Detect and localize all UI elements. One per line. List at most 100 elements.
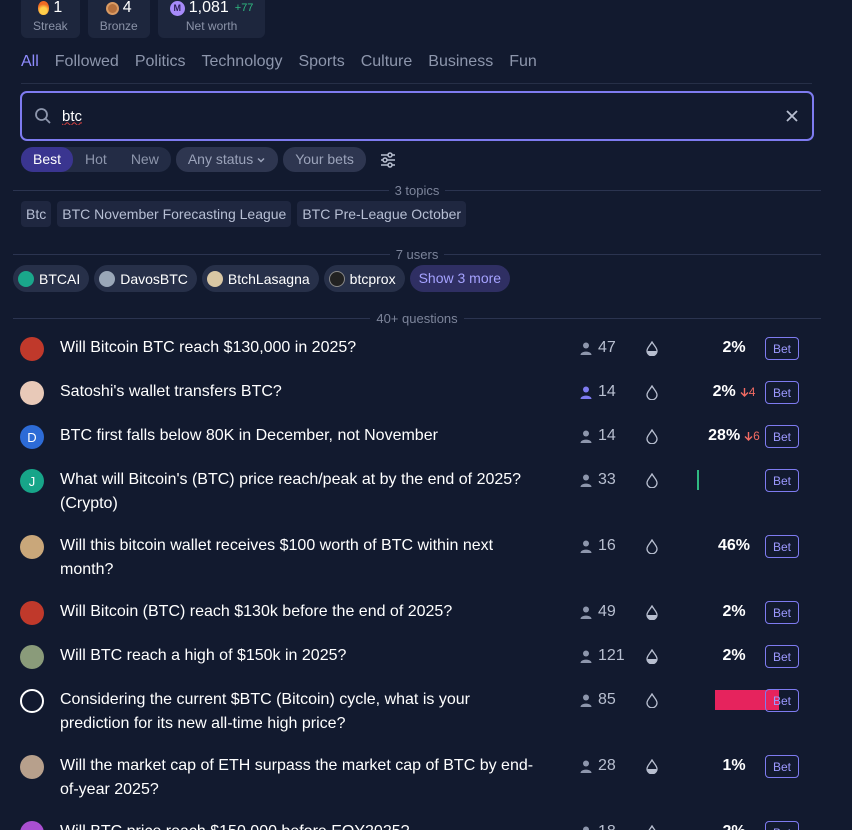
question-title[interactable]: Satoshi's wallet transfers BTC? bbox=[60, 380, 540, 404]
question-row[interactable]: D BTC first falls below 80K in December, … bbox=[20, 424, 810, 449]
question-title[interactable]: Will this bitcoin wallet receives $100 w… bbox=[60, 534, 540, 582]
liquidity-indicator bbox=[646, 472, 658, 493]
question-title[interactable]: Will Bitcoin (BTC) reach $130k before th… bbox=[60, 600, 540, 624]
clear-search-button[interactable] bbox=[784, 108, 800, 124]
bet-button[interactable]: Bet bbox=[765, 755, 799, 778]
sort-hot[interactable]: Hot bbox=[73, 147, 119, 172]
bet-button[interactable]: Bet bbox=[765, 381, 799, 404]
question-row[interactable]: Satoshi's wallet transfers BTC? 14 2% 4 Bet bbox=[20, 380, 810, 405]
question-title[interactable]: Considering the current $BTC (Bitcoin) c… bbox=[60, 688, 540, 736]
tab-followed[interactable]: Followed bbox=[55, 53, 119, 71]
question-row[interactable]: Will this bitcoin wallet receives $100 w… bbox=[20, 534, 810, 578]
search-icon bbox=[35, 108, 51, 124]
question-title[interactable]: Will Bitcoin BTC reach $130,000 in 2025? bbox=[60, 336, 540, 360]
traders-value: 18 bbox=[598, 823, 616, 830]
traders-value: 16 bbox=[598, 537, 616, 554]
users-divider: 7 users bbox=[13, 247, 822, 262]
show-more-users-button[interactable]: Show 3 more bbox=[409, 265, 511, 292]
creator-avatar[interactable] bbox=[20, 755, 44, 779]
probability: 2% bbox=[722, 603, 746, 620]
creator-avatar[interactable] bbox=[20, 689, 44, 713]
tab-technology[interactable]: Technology bbox=[202, 53, 283, 71]
tab-business[interactable]: Business bbox=[428, 53, 493, 71]
creator-avatar[interactable] bbox=[20, 535, 44, 559]
question-title[interactable]: BTC first falls below 80K in December, n… bbox=[60, 424, 540, 448]
status-label: Any status bbox=[187, 151, 254, 167]
question-title[interactable]: Will BTC reach a high of $150k in 2025? bbox=[60, 644, 540, 668]
user-chip[interactable]: BTCAI bbox=[13, 265, 90, 292]
topic-chip[interactable]: BTC Pre-League October bbox=[297, 201, 467, 227]
avatar bbox=[206, 270, 223, 287]
traders-value: 49 bbox=[598, 603, 616, 620]
close-icon bbox=[786, 110, 798, 122]
traders-icon bbox=[583, 826, 589, 830]
creator-avatar[interactable] bbox=[20, 601, 44, 625]
sort-new[interactable]: New bbox=[119, 147, 171, 172]
question-row[interactable]: J What will Bitcoin's (BTC) price reach/p… bbox=[20, 468, 810, 512]
topic-chip[interactable]: BTC November Forecasting League bbox=[57, 201, 292, 227]
question-row[interactable]: Will BTC reach a high of $150k in 2025? 1… bbox=[20, 644, 810, 669]
question-row[interactable]: Considering the current $BTC (Bitcoin) c… bbox=[20, 688, 810, 732]
bet-button[interactable]: Bet bbox=[765, 601, 799, 624]
user-chip[interactable]: DavosBTC bbox=[94, 265, 197, 292]
creator-avatar[interactable] bbox=[20, 645, 44, 669]
medal-icon bbox=[105, 1, 119, 15]
question-row[interactable]: Will the market cap of ETH surpass the m… bbox=[20, 754, 810, 798]
question-row[interactable]: Will Bitcoin (BTC) reach $130k before th… bbox=[20, 600, 810, 625]
creator-avatar[interactable]: D bbox=[20, 425, 44, 449]
traders-icon bbox=[580, 650, 592, 663]
filter-settings-button[interactable] bbox=[379, 151, 397, 169]
streak-stat[interactable]: 1 Streak bbox=[21, 0, 80, 38]
tab-culture[interactable]: Culture bbox=[361, 53, 413, 71]
chevron-down-icon bbox=[257, 157, 265, 163]
avatar bbox=[99, 270, 116, 287]
question-title[interactable]: Will BTC price reach $150,000 before EOY… bbox=[60, 820, 540, 830]
liquidity-indicator bbox=[646, 648, 658, 669]
topics-divider: 3 topics bbox=[13, 182, 821, 198]
traders-icon bbox=[580, 342, 592, 355]
search-input[interactable] bbox=[62, 107, 784, 125]
probability: 1% bbox=[722, 757, 746, 774]
league-stat[interactable]: 4 Bronze bbox=[87, 0, 150, 38]
creator-avatar[interactable] bbox=[20, 821, 44, 830]
traders-count: 121 bbox=[580, 644, 625, 668]
bet-button[interactable]: Bet bbox=[765, 535, 799, 558]
sort-best[interactable]: Best bbox=[21, 147, 74, 172]
liquidity-icon bbox=[648, 824, 656, 830]
creator-avatar[interactable] bbox=[20, 337, 44, 361]
question-row[interactable]: Will BTC price reach $150,000 before EOY… bbox=[20, 820, 810, 830]
net-worth-stat[interactable]: M 1,081 +77 Net worth bbox=[157, 0, 266, 38]
bet-button[interactable]: Bet bbox=[765, 821, 799, 830]
tab-all[interactable]: All bbox=[21, 53, 39, 71]
bet-button[interactable]: Bet bbox=[765, 425, 799, 448]
user-chip[interactable]: btcprox bbox=[323, 265, 405, 292]
liquidity-icon bbox=[646, 648, 658, 665]
bet-button[interactable]: Bet bbox=[765, 469, 799, 492]
liquidity-indicator bbox=[646, 384, 658, 405]
traders-value: 14 bbox=[598, 383, 616, 400]
question-title[interactable]: Will the market cap of ETH surpass the m… bbox=[60, 754, 540, 802]
league-label: Bronze bbox=[99, 19, 138, 33]
bet-button[interactable]: Bet bbox=[765, 689, 799, 712]
traders-value: 85 bbox=[598, 691, 616, 708]
tab-sports[interactable]: Sports bbox=[298, 53, 344, 71]
bet-button[interactable]: Bet bbox=[765, 337, 799, 360]
probability: 28% bbox=[708, 427, 741, 444]
creator-avatar[interactable] bbox=[20, 381, 44, 405]
question-title[interactable]: What will Bitcoin's (BTC) price reach/pe… bbox=[60, 468, 540, 516]
liquidity-icon bbox=[646, 604, 658, 621]
bet-button[interactable]: Bet bbox=[765, 645, 799, 668]
traders-count: 49 bbox=[580, 600, 616, 624]
topic-chip[interactable]: Btc bbox=[21, 201, 52, 227]
status-dropdown[interactable]: Any status bbox=[175, 147, 279, 172]
topics-count: 3 topics bbox=[394, 182, 440, 198]
question-row[interactable]: Will Bitcoin BTC reach $130,000 in 2025?… bbox=[20, 336, 810, 361]
net-worth-label: Net worth bbox=[185, 19, 238, 33]
creator-avatar[interactable]: J bbox=[20, 469, 44, 493]
probability: 2% bbox=[722, 823, 745, 830]
tab-politics[interactable]: Politics bbox=[135, 53, 186, 71]
probability: 46% bbox=[717, 537, 751, 554]
user-chip[interactable]: BtchLasagna bbox=[201, 265, 319, 292]
tab-fun[interactable]: Fun bbox=[509, 53, 537, 71]
your-bets-filter[interactable]: Your bets bbox=[283, 147, 366, 172]
